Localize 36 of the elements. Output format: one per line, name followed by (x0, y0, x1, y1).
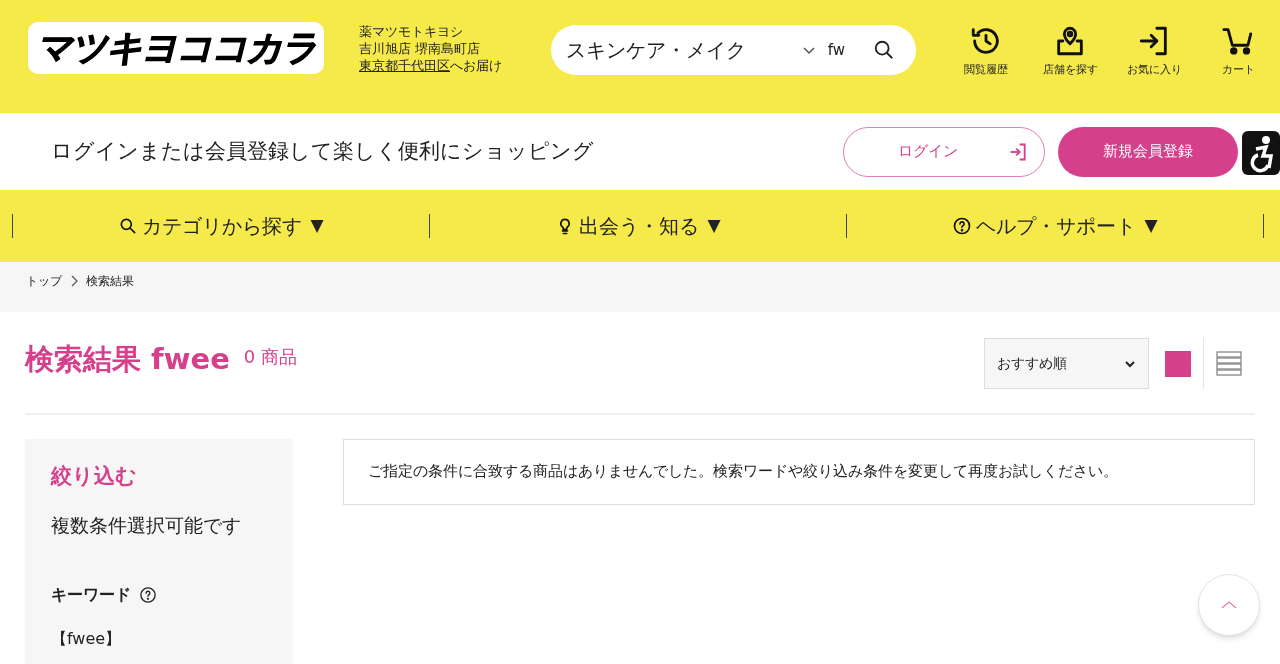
delivery-text: へお届け (450, 57, 502, 74)
nav-menu[interactable]: カテゴリから探す ▼ (13, 211, 429, 241)
result-count: 0 商品 (243, 345, 298, 369)
header-link[interactable]: カート (1196, 24, 1280, 79)
login-button[interactable]: ログイン (843, 126, 1045, 177)
filter-note: 複数条件選択可能です (51, 512, 241, 538)
register-button[interactable]: 新規会員登録 (1058, 126, 1238, 177)
breadcrumb-link[interactable]: 検索結果 (86, 272, 134, 290)
sort-select[interactable]: おすすめ順 (984, 338, 1149, 389)
breadcrumb-link[interactable]: トップ (26, 272, 62, 290)
search-field[interactable]: fw (827, 38, 868, 62)
help-icon[interactable] (139, 586, 157, 604)
list-view-icon[interactable] (1216, 350, 1242, 377)
header-link[interactable]: 閲覧履歴 (944, 24, 1028, 79)
logo[interactable]: マツキヨココカラ (28, 22, 324, 74)
help-icon (952, 216, 973, 236)
store-name: 薬マツモトキヨシ (359, 23, 464, 40)
header-link[interactable]: 店舗を探す (1028, 24, 1112, 79)
store-branch: 吉川旭店 堺南島町店 (359, 40, 482, 57)
chevron-up-icon (1221, 600, 1237, 610)
chevron-right-icon (70, 275, 78, 287)
keyword-value: 【fwee】 (51, 628, 122, 650)
accessibility-icon[interactable] (1242, 131, 1280, 175)
category-select[interactable]: スキンケア・メイク (565, 35, 816, 65)
keyword-label: キーワード (51, 584, 131, 606)
filter-title: 絞り込む (51, 463, 137, 490)
login-icon (1008, 141, 1028, 162)
nav-menu[interactable]: 出会う・知る ▼ (430, 211, 846, 241)
header-link[interactable]: お気に入り (1112, 24, 1196, 79)
grid-view-icon[interactable] (1165, 350, 1191, 377)
nav-menu[interactable]: ヘルプ・サポート ▼ (847, 211, 1263, 241)
empty-message: ご指定の条件に合致する商品はありませんでした。検索ワードや絞り込み条件を変更して再度お試しください。 (343, 439, 1255, 505)
login-message: ログインまたは会員登録して楽しく便利にショッピング (51, 137, 595, 165)
search-icon[interactable] (872, 39, 895, 61)
results-title: 検索結果 fwee (25, 341, 230, 378)
delivery-link[interactable]: 東京都千代田区 (359, 57, 450, 74)
